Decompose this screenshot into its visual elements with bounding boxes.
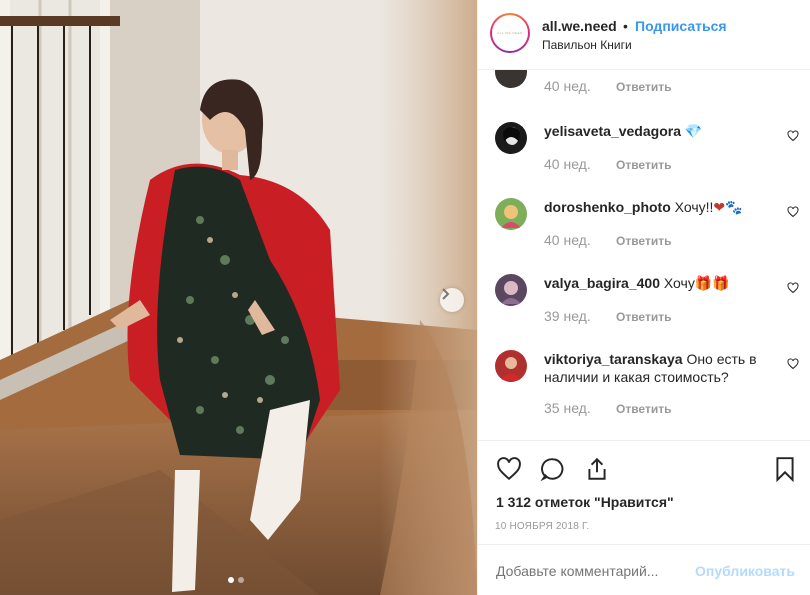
comment-username[interactable]: valya_bagira_400 bbox=[544, 275, 660, 291]
photo-illustration bbox=[0, 0, 477, 595]
follow-button[interactable]: Подписаться bbox=[635, 18, 727, 34]
carousel-dot bbox=[238, 577, 244, 583]
like-comment-heart-icon[interactable] bbox=[787, 282, 799, 294]
comment-icon[interactable] bbox=[540, 456, 566, 482]
reply-button[interactable]: Ответить bbox=[616, 310, 671, 324]
comment-avatar[interactable] bbox=[495, 350, 527, 382]
header-separator: • bbox=[623, 18, 628, 34]
publish-button[interactable]: Опубликовать bbox=[695, 563, 795, 579]
post-location[interactable]: Павильон Книги bbox=[542, 38, 632, 52]
comment-avatar[interactable] bbox=[495, 70, 527, 88]
comment-avatar[interactable] bbox=[495, 274, 527, 306]
like-comment-heart-icon[interactable] bbox=[787, 206, 799, 218]
comment-username[interactable]: doroshenko_photo bbox=[544, 199, 671, 215]
chevron-right-icon bbox=[442, 288, 450, 300]
reply-button[interactable]: Ответить bbox=[616, 402, 671, 416]
comment-username[interactable]: viktoriya_taranskaya bbox=[544, 351, 683, 367]
bookmark-icon[interactable] bbox=[772, 456, 798, 482]
comment-avatar[interactable] bbox=[495, 122, 527, 154]
post-side-panel: ALL WE NEED all.we.need • Подписаться Па… bbox=[477, 0, 810, 595]
heart-icon[interactable] bbox=[496, 456, 522, 482]
comment-body: Хочу bbox=[663, 275, 695, 291]
post-photo bbox=[0, 0, 477, 595]
comments-list[interactable]: 40 нед. Ответить yelisaveta_vedagora 💎 4… bbox=[478, 70, 810, 440]
comment-emoji: 💎 bbox=[684, 123, 703, 139]
add-comment-bar: Опубликовать bbox=[478, 544, 810, 595]
carousel-indicator bbox=[228, 577, 244, 583]
reply-button[interactable]: Ответить bbox=[616, 158, 671, 172]
comment-time[interactable]: 39 нед. bbox=[544, 308, 591, 324]
comment-body: Хочу!! bbox=[674, 199, 714, 215]
avatar-logo-text: ALL WE NEED bbox=[497, 31, 523, 35]
comment-text: doroshenko_photo Хочу!!❤🐾 bbox=[544, 198, 764, 216]
comment-emoji: ❤🐾 bbox=[713, 199, 743, 215]
comment-input[interactable] bbox=[496, 563, 686, 579]
comment-time[interactable]: 40 нед. bbox=[544, 232, 591, 248]
comment-text: valya_bagira_400 Хочу🎁🎁 bbox=[544, 274, 764, 292]
comment-avatar[interactable] bbox=[495, 198, 527, 230]
carousel-dot-active bbox=[228, 577, 234, 583]
like-comment-heart-icon[interactable] bbox=[787, 130, 799, 142]
post-date[interactable]: 10 НОЯБРЯ 2018 Г. bbox=[495, 521, 589, 532]
comment-time[interactable]: 35 нед. bbox=[544, 400, 591, 416]
reply-button[interactable]: Ответить bbox=[616, 80, 671, 94]
comment-username[interactable]: yelisaveta_vedagora bbox=[544, 123, 681, 139]
comment-time[interactable]: 40 нед. bbox=[544, 78, 591, 94]
account-username[interactable]: all.we.need bbox=[542, 18, 617, 34]
post-header: ALL WE NEED all.we.need • Подписаться Па… bbox=[478, 0, 810, 70]
post-actions: 1 312 отметок "Нравится" 10 НОЯБРЯ 2018 … bbox=[478, 440, 810, 544]
comment-emoji: 🎁🎁 bbox=[694, 275, 730, 291]
next-photo-button[interactable] bbox=[440, 288, 464, 312]
account-avatar[interactable]: ALL WE NEED bbox=[490, 13, 530, 53]
comment-text: viktoriya_taranskaya Оно есть в наличии … bbox=[544, 350, 764, 386]
comment-text: yelisaveta_vedagora 💎 bbox=[544, 122, 764, 140]
like-comment-heart-icon[interactable] bbox=[787, 358, 799, 370]
reply-button[interactable]: Ответить bbox=[616, 234, 671, 248]
comment-time[interactable]: 40 нед. bbox=[544, 156, 591, 172]
likes-count[interactable]: 1 312 отметок "Нравится" bbox=[496, 494, 674, 510]
share-icon[interactable] bbox=[584, 456, 610, 482]
